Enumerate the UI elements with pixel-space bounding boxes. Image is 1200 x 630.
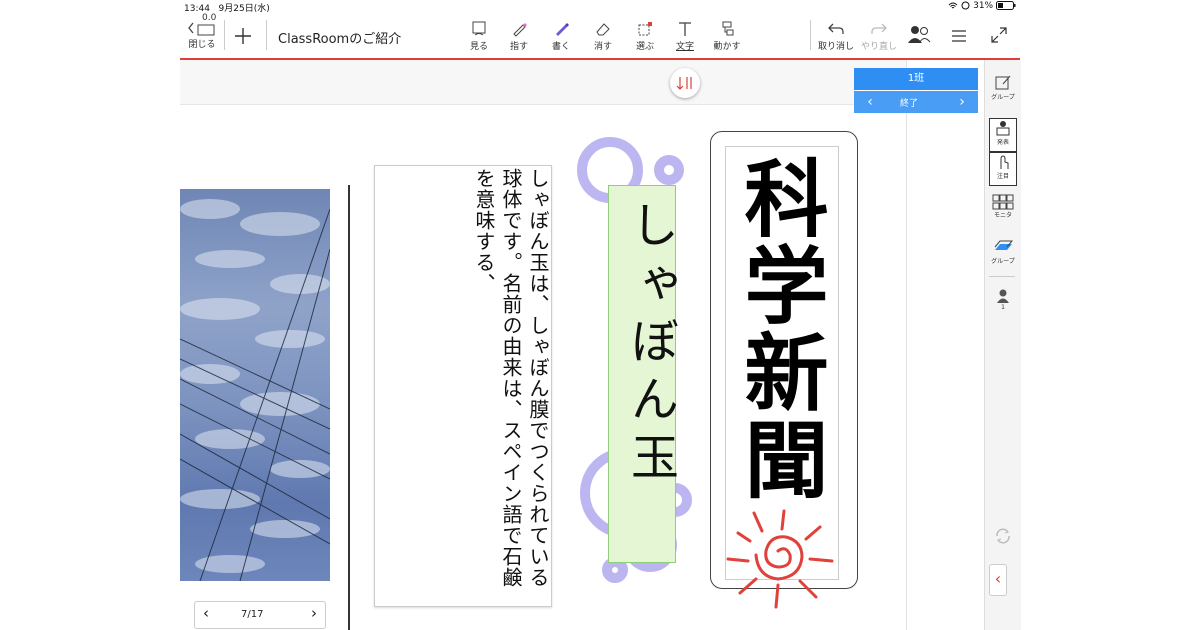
add-page-button[interactable] [232,14,254,58]
redo-icon [871,23,887,34]
page-sort-button[interactable] [670,68,700,98]
plus-icon [235,28,251,44]
eraser-icon [596,23,610,36]
pointer-pen-icon [513,23,527,37]
status-bar: 13:44 9月25日(水) 31% [180,0,1020,14]
document-title: ClassRoomのご紹介 [278,32,402,47]
sidebar-person[interactable]: 1 [985,288,1021,311]
expand-icon [991,27,1007,43]
tool-text[interactable]: 文字 [672,14,698,58]
status-right: 31% [948,1,1016,11]
tool-write[interactable]: 書く [548,14,574,58]
class-status[interactable]: 終了 [900,96,918,109]
cloud-texture [180,199,330,581]
presentation-icon [996,121,1010,136]
collapse-panel-button[interactable]: ‹ [989,564,1007,596]
sidebar-attention[interactable]: 注目 [989,152,1017,186]
users-button[interactable] [904,14,934,58]
text-tool-icon [679,22,691,36]
tool-move[interactable]: 動かす [712,14,742,58]
tool-view[interactable]: 見る [466,14,492,58]
undo-icon [828,23,844,34]
pager-next-button[interactable]: › [311,604,317,622]
class-prev-button[interactable]: ‹ [858,91,882,113]
sun-drawing [726,509,834,609]
subheadline-box[interactable]: しゃぼん玉 [608,185,678,563]
redo-button[interactable]: やり直し [858,14,900,58]
group-edit-icon [995,75,1011,90]
pen-icon [556,23,569,36]
body-text: しゃぼん玉は、しゃぼん膜でつくられている球体です。名前の由来は、スペイン語で石鹸… [472,168,550,588]
page-divider-line [348,185,350,630]
sky-photo [180,189,330,581]
subheadline-text: しゃぼん玉 [622,200,678,490]
attention-icon [1000,155,1009,169]
page-canvas[interactable]: ‹ 7/17 › しゃぼん玉は、しゃぼん膜でつくられている球体です。名前の由来は… [180,105,906,630]
group-layers-icon [994,240,1014,250]
battery-percent: 31% [973,1,994,11]
sidebar-monitor[interactable]: モニタ [985,194,1021,219]
body-text-box[interactable]: しゃぼん玉は、しゃぼん膜でつくられている球体です。名前の由来は、スペイン語で石鹸… [374,165,552,607]
sidebar-group-edit[interactable]: グループ [985,74,1021,101]
monitor-icon [992,194,1014,210]
battery-icon [996,1,1016,10]
tool-select[interactable]: 選ぶ [632,14,658,58]
tool-point[interactable]: 指す [506,14,532,58]
toolbar: 0.0 閉じる ClassRoomのご紹介 見る 指す 書く 消す 選ぶ 文字 … [180,13,1020,58]
menu-button[interactable] [946,14,972,58]
zoom-level: 0.0 [202,13,217,23]
view-icon [472,21,486,36]
sidebar-group-layers[interactable]: グループ [985,238,1021,265]
undo-button[interactable]: 取り消し [816,14,856,58]
close-button[interactable]: 0.0 閉じる [186,13,218,58]
chevron-left-icon: ‹ [994,569,1002,588]
page-indicator: 7/17 [241,609,264,620]
move-icon [722,21,734,36]
hamburger-menu-icon [952,30,966,42]
sidebar-divider [989,276,1015,277]
headline-text: 科学新聞 [731,155,829,503]
pager-prev-button[interactable]: ‹ [203,604,209,622]
sort-arrows-icon [676,77,692,90]
class-nav: ‹ 終了 › [854,90,978,113]
select-icon [638,22,652,36]
class-name: 1班 [854,68,978,90]
sync-button[interactable] [985,526,1021,546]
users-icon [908,26,931,43]
status-time-date: 13:44 9月25日(水) [184,4,270,14]
class-next-button[interactable]: › [950,91,974,113]
fullscreen-button[interactable] [986,14,1012,58]
close-label: 閉じる [188,40,216,50]
wifi-icon [949,2,958,8]
right-panel [906,60,985,630]
sync-icon [996,528,1010,544]
right-sidebar: グループ 発表 注目 モニタ グループ 1 ‹ [984,60,1021,630]
class-selector: 1班 ‹ 終了 › [854,68,978,113]
orientation-lock-icon [961,1,970,10]
canvas-top-bar [180,60,906,105]
tool-erase[interactable]: 消す [590,14,616,58]
pager: ‹ 7/17 › [194,601,326,629]
sidebar-present[interactable]: 発表 [989,118,1017,152]
person-icon [997,289,1009,303]
